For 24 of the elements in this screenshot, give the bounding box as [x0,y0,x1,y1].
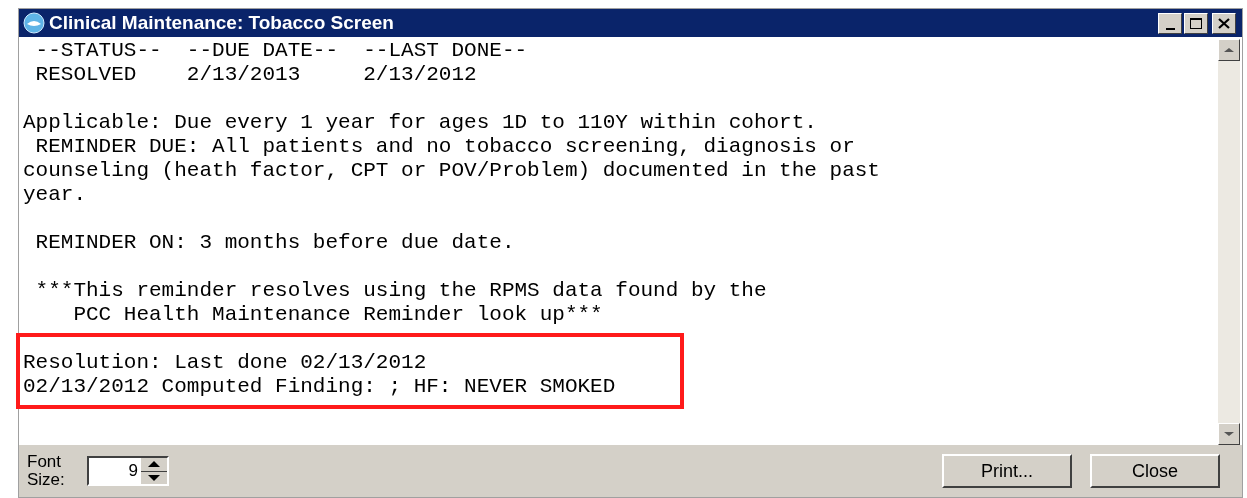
report-paragraph: REMINDER ON: 3 months before due date. [34,231,515,255]
close-button[interactable] [1212,12,1236,34]
app-globe-icon [23,12,45,34]
report-paragraph: ***This reminder resolves using the RPMS data found by the PCC Health Maintenance Reminder look up*** [34,279,767,327]
scroll-down-button[interactable] [1218,423,1240,445]
minimize-icon [1165,27,1175,30]
dialog-button[interactable]: Print... [942,454,1072,488]
dialog-button[interactable]: Close [1090,454,1220,488]
font-size-spinner[interactable]: 9 [87,456,169,486]
maximize-button[interactable] [1184,12,1208,34]
spinner-value: 9 [127,460,139,483]
font-size-label: Font Size: [27,453,66,489]
maximize-icon [1190,17,1202,29]
window-title: Clinical Maintenance: Tobacco Screen [49,10,395,35]
down-arrow-icon [1224,432,1234,436]
down-arrow-icon [148,474,160,481]
report-paragraph: --STATUS-- --DUE DATE-- --LAST DONE-- RESOLVED 2/13/2013 2/13/2012 [34,39,528,87]
up-arrow-icon [148,461,160,468]
highlighted-report-paragraph: Resolution: Last done 02/13/2012 02/13/2012 Computed Finding: ; HF: NEVER SMOKED [16,333,684,409]
scroll-up-button[interactable] [1218,39,1240,61]
close-icon [1218,17,1230,29]
report-paragraph: Applicable: Due every 1 year for ages 1D to 110Y within cohort. REMINDER DUE: All patients and no tobacco screening, diagnosis or counseling (heath factor, CPT or POV/Problem) documented in the past year. [22,111,880,207]
minimize-button[interactable] [1158,12,1182,34]
up-arrow-icon [1224,48,1234,52]
